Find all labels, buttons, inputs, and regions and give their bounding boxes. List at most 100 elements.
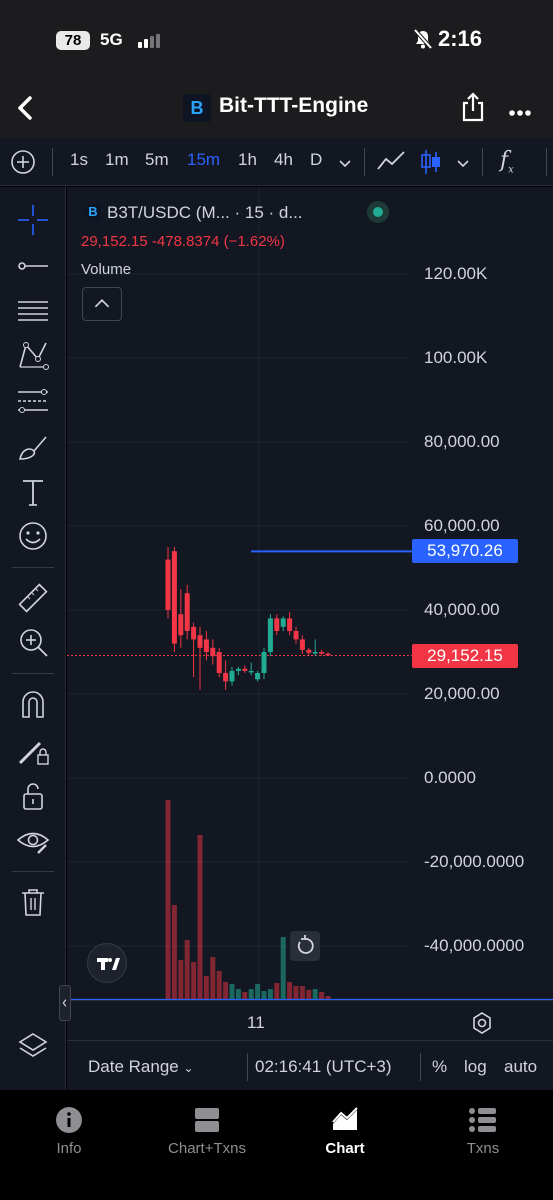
candle-body [267, 618, 273, 652]
visibility-eye-icon[interactable] [16, 823, 50, 857]
symbol-label: B3T/USDC (M... · 15 · d... [107, 203, 303, 222]
trend-line-icon[interactable] [16, 249, 50, 283]
volume-bar [235, 989, 241, 1000]
candle-body [319, 652, 325, 654]
area-chart-icon [329, 1106, 361, 1134]
top-bar: 78 5G 2:16 B Bit-TTT-Engine [0, 0, 553, 138]
battery-indicator: 78 [56, 31, 90, 50]
brush-icon[interactable] [16, 431, 50, 465]
price-axis-label: 80,000.00 [424, 432, 500, 451]
volume-bar [306, 990, 312, 1000]
utc-clock[interactable]: 02:16:41 (UTC+3) [255, 1057, 392, 1077]
nav-info[interactable]: Info [0, 1106, 138, 1158]
ruler-icon[interactable] [16, 581, 50, 615]
clock: 2:16 [438, 26, 483, 51]
volume-bar [165, 800, 171, 1000]
settings-gear-icon[interactable] [470, 1011, 494, 1035]
nav-txns[interactable]: Txns [414, 1106, 552, 1158]
token-logo: B [183, 94, 211, 122]
price-axis-label: 40,000.00 [424, 600, 500, 619]
back-icon[interactable] [14, 94, 36, 122]
horizontal-lines-icon[interactable] [16, 293, 50, 327]
chart-type-dropdown-icon[interactable] [456, 154, 470, 174]
volume-bar [319, 992, 325, 1000]
crosshair-icon[interactable] [16, 203, 50, 237]
info-icon [53, 1106, 85, 1134]
percent-toggle[interactable]: % [432, 1057, 447, 1077]
nav-chart-txns[interactable]: Chart+Txns [138, 1106, 276, 1158]
price-axis-label: 60,000.00 [424, 516, 500, 535]
candle-body [203, 639, 209, 652]
drawing-tools-panel [0, 187, 66, 1090]
legend-logo-icon: B [85, 204, 101, 220]
price-chart[interactable]: B B3T/USDC (M... · 15 · d... 29,152.15 -… [67, 187, 553, 1090]
time-axis-label: 11 [247, 1013, 265, 1032]
volume-bar [184, 940, 190, 1000]
page-title: Bit-TTT-Engine [219, 94, 369, 117]
more-options-icon[interactable] [508, 104, 532, 116]
interval-15m[interactable]: 15m [187, 150, 220, 170]
volume-bar [255, 984, 261, 1000]
interval-4h[interactable]: 4h [274, 150, 293, 170]
svg-text:B: B [191, 98, 204, 118]
text-tool-icon[interactable] [16, 475, 50, 509]
symbol-legend[interactable]: B B3T/USDC (M... · 15 · d... [85, 203, 303, 223]
line-chart-icon[interactable] [376, 149, 406, 178]
price-axis-label: 120.00K [424, 264, 488, 283]
emoji-icon[interactable] [16, 519, 50, 553]
volume-bar [191, 962, 197, 1000]
signal-icon [138, 34, 162, 48]
date-range-button[interactable]: Date Range ⌄ [88, 1057, 194, 1077]
candlestick-type-icon[interactable] [420, 148, 442, 181]
price-tag: 29,152.15 [412, 643, 518, 668]
volume-bar [203, 976, 209, 1000]
magnet-icon[interactable] [16, 687, 50, 721]
panel-toggle-handle[interactable] [59, 985, 71, 1021]
auto-toggle[interactable]: auto [504, 1057, 537, 1077]
fib-retracement-icon[interactable] [16, 385, 50, 419]
collapse-legend-button[interactable] [82, 287, 122, 321]
volume-bar [261, 991, 267, 1000]
time-axis[interactable]: 11 [67, 1000, 553, 1040]
volume-label: Volume [81, 261, 132, 278]
price-axis-label: 0.0000 [424, 768, 476, 787]
candle-body [165, 559, 171, 610]
bottom-navigation: Info Chart+Txns Chart Txns [0, 1090, 553, 1200]
layers-icon[interactable] [16, 1029, 50, 1063]
candle-body [242, 668, 248, 671]
log-toggle[interactable]: log [464, 1057, 487, 1077]
interval-dropdown-icon[interactable] [338, 154, 352, 174]
zoom-in-icon[interactable] [16, 625, 50, 659]
candle-body [178, 614, 184, 636]
tradingview-logo-icon[interactable] [87, 943, 127, 983]
add-symbol-icon[interactable] [10, 149, 36, 180]
volume-bar [210, 957, 216, 1000]
candle-body [191, 626, 197, 640]
interval-1m[interactable]: 1m [105, 150, 129, 170]
candle-body [306, 649, 312, 653]
interval-1s[interactable]: 1s [70, 150, 88, 170]
interval-1d[interactable]: D [310, 150, 322, 170]
volume-bar [229, 984, 235, 1000]
market-status-dot [367, 201, 389, 223]
volume-bar [248, 989, 254, 1000]
interval-1h[interactable]: 1h [238, 150, 257, 170]
volume-bar [197, 835, 203, 1000]
pattern-icon[interactable] [16, 339, 50, 373]
candle-body [293, 631, 299, 640]
lock-drawing-icon[interactable] [16, 733, 50, 767]
price-axis-label: -20,000.0000 [424, 852, 525, 871]
status-bar: 78 5G 2:16 [0, 26, 553, 56]
price-axis-label: -40,000.0000 [424, 936, 525, 955]
nav-chart[interactable]: Chart [276, 1106, 414, 1158]
candle-body [235, 668, 241, 671]
candle-body [312, 652, 318, 654]
unlock-icon[interactable] [16, 779, 50, 813]
indicators-fx-button[interactable]: fx [500, 148, 514, 175]
interval-5m[interactable]: 5m [145, 150, 169, 170]
trash-icon[interactable] [16, 885, 50, 919]
reset-chart-icon[interactable] [290, 931, 320, 961]
candle-body [325, 653, 331, 656]
share-icon[interactable] [460, 92, 486, 122]
candle-body [299, 639, 305, 650]
